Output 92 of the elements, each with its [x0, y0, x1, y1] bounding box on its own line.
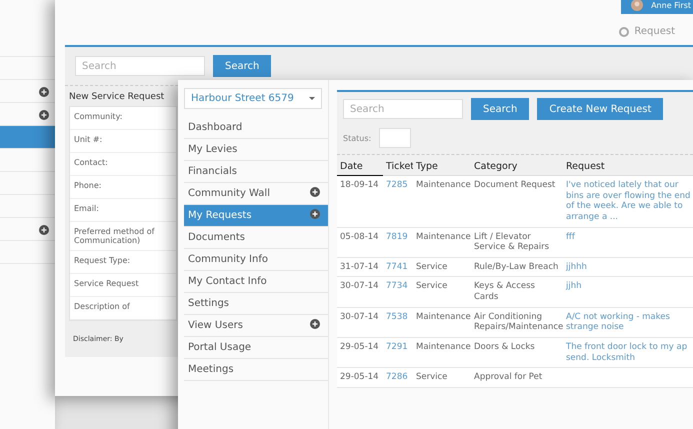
ticket-link[interactable]: 7291	[383, 338, 413, 368]
status-label: Status:	[343, 134, 372, 142]
type-cell: Maintenance	[413, 338, 471, 368]
ticket-link[interactable]: 7741	[383, 258, 413, 278]
request-link[interactable]: A/C not working - makes strange noise	[563, 308, 693, 338]
date-cell: 29-05-14	[337, 338, 383, 368]
category-cell: Approval for Pet	[471, 368, 563, 388]
category-cell: Air Conditioning Repairs/Maintenance	[471, 308, 563, 338]
type-cell: Maintenance	[413, 176, 471, 228]
nav-label: Community Wall	[188, 188, 270, 199]
request-link[interactable]: The front door lock to my ap send. Locksmith	[563, 338, 693, 368]
request-link[interactable]: jjhhh	[563, 258, 693, 278]
nav-label: Financials	[188, 166, 237, 177]
ticket-link[interactable]: 7286	[383, 368, 413, 388]
sidebar-item[interactable]	[0, 126, 55, 149]
nav-item[interactable]: My Levies	[184, 139, 328, 161]
column-header[interactable]: Type	[413, 155, 471, 176]
type-cell: Service	[413, 258, 471, 278]
nav-label: View Users	[188, 320, 243, 331]
nav-label: My Contact Info	[188, 276, 267, 287]
caret-icon	[309, 97, 315, 100]
date-cell: 31-07-14	[337, 258, 383, 278]
avatar-icon	[631, 0, 644, 11]
category-cell: Lift / Elevator Service & Repairs	[471, 228, 563, 258]
column-header[interactable]: Category	[471, 155, 563, 176]
request-link[interactable]: Request	[634, 26, 675, 37]
field-label: Contact:	[70, 153, 176, 176]
nav-label: Community Info	[188, 254, 268, 265]
nav-item[interactable]: Settings	[184, 293, 328, 315]
type-cell: Maintenance	[413, 308, 471, 338]
category-cell: Doors & Locks	[471, 338, 563, 368]
plus-icon[interactable]	[39, 110, 49, 120]
field-label: Email:	[70, 199, 176, 222]
form-title: New Service Request	[69, 91, 166, 104]
lifebuoy-icon	[619, 26, 630, 36]
request-link[interactable]: I've noticed lately that our bins are over flowing the end of the week. Are we able to arrange a ...	[563, 176, 693, 228]
nav-item[interactable]: Documents	[184, 227, 328, 249]
column-header[interactable]: Request	[563, 155, 693, 176]
nav-label: Settings	[188, 298, 230, 309]
date-cell: 29-05-14	[337, 368, 383, 388]
community-dropdown[interactable]: Harbour Street 6579	[184, 88, 322, 109]
field-label: Request Type:	[70, 251, 176, 274]
user-name: Anne First	[651, 0, 691, 10]
date-cell: 05-08-14	[337, 228, 383, 258]
user-bar[interactable]: Anne First	[621, 0, 693, 14]
field-label: Description of	[70, 297, 176, 320]
nav-item[interactable]: My Contact Info	[184, 271, 328, 293]
nav-item[interactable]: View Users	[184, 315, 328, 337]
nav-label: Meetings	[188, 364, 234, 375]
create-request-button[interactable]: Create New Request	[537, 98, 664, 120]
column-header[interactable]: Ticket	[383, 155, 413, 176]
nav-item[interactable]: Meetings	[184, 359, 328, 381]
search-button[interactable]: Search	[471, 98, 530, 120]
ticket-link[interactable]: 7819	[383, 228, 413, 258]
field-label: Preferred method of Communication)	[70, 222, 176, 251]
nav-label: My Levies	[188, 144, 238, 155]
plus-icon[interactable]	[39, 86, 49, 96]
plus-icon[interactable]	[39, 224, 49, 234]
nav-item[interactable]: Portal Usage	[184, 337, 328, 359]
plus-icon[interactable]	[310, 319, 320, 329]
nav-label: Documents	[188, 232, 246, 243]
request-link[interactable]: fff	[563, 228, 693, 258]
field-label: Unit #:	[70, 130, 176, 153]
plus-icon[interactable]	[310, 209, 320, 219]
type-cell: Service	[413, 277, 471, 308]
date-cell: 30-07-14	[337, 277, 383, 308]
field-label: Service Request	[70, 274, 176, 297]
nav-label: My Requests	[188, 210, 252, 221]
ticket-link[interactable]: 7285	[383, 176, 413, 228]
nav-item[interactable]: Dashboard	[184, 117, 328, 139]
category-cell: Rule/By-Law Breach	[471, 258, 563, 278]
date-cell: 30-07-14	[337, 308, 383, 338]
nav-label: Portal Usage	[188, 342, 252, 353]
nav-item[interactable]: Community Info	[184, 249, 328, 271]
request-link[interactable]: jjhh	[563, 277, 693, 308]
nav-item[interactable]: Financials	[184, 161, 328, 183]
plus-icon[interactable]	[310, 187, 320, 197]
category-cell: Keys & Access Cards	[471, 277, 563, 308]
date-cell: 18-09-14	[337, 176, 383, 228]
search-button[interactable]: Search	[213, 55, 272, 77]
search-field[interactable]: Search	[343, 99, 463, 119]
ticket-link[interactable]: 7538	[383, 308, 413, 338]
nav-label: Dashboard	[188, 122, 242, 133]
ticket-link[interactable]: 7734	[383, 277, 413, 308]
search-field[interactable]: Search	[75, 56, 205, 76]
type-cell: Maintenance	[413, 228, 471, 258]
type-cell: Service	[413, 368, 471, 388]
nav-item[interactable]: My Requests	[184, 205, 328, 227]
field-label: Community:	[70, 107, 176, 130]
field-label: Phone:	[70, 176, 176, 199]
column-header[interactable]: Date	[337, 155, 383, 176]
category-cell: Document Request	[471, 176, 563, 228]
